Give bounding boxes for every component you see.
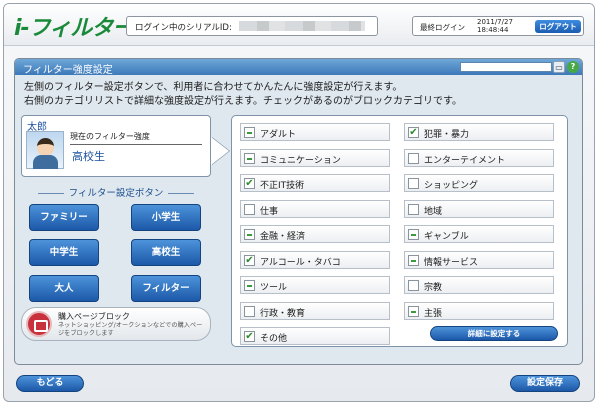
- category-label: 宗教: [424, 283, 443, 293]
- category-checkbox[interactable]: [244, 152, 255, 164]
- category-label: エンターテイメント: [424, 155, 506, 166]
- preset-column: 太郎 現在のフィルター強度 高校生 フィルター設定ボタン ファミリー 小学生 中…: [21, 115, 229, 347]
- category-checkbox[interactable]: [244, 305, 255, 317]
- preset-junior-high-button[interactable]: 中学生: [29, 239, 99, 266]
- serial-id-masked-value: [239, 21, 365, 31]
- app-window: i-フィルター ログイン中のシリアルID: 最終ログイン 2011/7/27 1…: [3, 3, 595, 402]
- category-item[interactable]: ✔ 犯罪・暴力: [404, 123, 554, 141]
- category-label: 犯罪・暴力: [424, 130, 470, 140]
- avatar-body: [33, 155, 58, 169]
- avatar-head: [37, 138, 54, 156]
- category-label: ショッピング: [424, 181, 479, 191]
- category-item[interactable]: 宗教: [404, 276, 554, 294]
- header-bar: i-フィルター ログイン中のシリアルID: 最終ログイン 2011/7/27 1…: [4, 4, 594, 46]
- title-bar-field: [460, 62, 552, 72]
- help-icon[interactable]: ?: [567, 61, 579, 73]
- category-checkbox[interactable]: [408, 203, 419, 215]
- last-login-label: 最終ログイン: [420, 23, 465, 32]
- preset-elementary-button[interactable]: 小学生: [131, 204, 201, 231]
- category-item[interactable]: ギャンブル: [404, 225, 554, 243]
- category-label: ツール: [260, 283, 288, 293]
- category-checkbox[interactable]: ✔: [408, 127, 419, 138]
- category-checkbox[interactable]: [244, 127, 255, 138]
- profile-pointer-arrow: [211, 137, 229, 165]
- category-checkbox[interactable]: [244, 280, 255, 291]
- filter-strength-panel: フィルター強度設定 ▭ ? 左側のフィルター設定ボタンで、利用者に合わせてかんた…: [14, 58, 583, 365]
- save-settings-button[interactable]: 設定保存: [510, 375, 580, 392]
- user-avatar: [26, 131, 64, 169]
- category-label: その他: [260, 334, 288, 344]
- category-label: 金融・経済: [260, 232, 306, 242]
- current-level-label: 現在のフィルター強度: [70, 131, 202, 145]
- category-label: 不正IT技術: [260, 181, 305, 191]
- category-checkbox[interactable]: [244, 229, 255, 240]
- panel-description: 左側のフィルター設定ボタンで、利用者に合わせてかんたんに強度設定が行えます。 右…: [24, 81, 462, 109]
- description-line-2: 右側のカテゴリリストで詳細な強度設定が行えます。チェックがあるのがブロックカテゴ…: [24, 96, 462, 107]
- category-item[interactable]: 主張: [404, 301, 554, 320]
- category-item[interactable]: ✔ その他: [240, 327, 390, 345]
- category-label: 仕事: [260, 206, 279, 217]
- category-item[interactable]: コミュニケーション: [240, 148, 390, 167]
- detail-settings-button[interactable]: 詳細に設定する: [430, 326, 558, 341]
- category-label: 主張: [424, 308, 443, 319]
- category-checkbox[interactable]: [408, 280, 419, 291]
- category-item[interactable]: 行政・教育: [240, 301, 390, 320]
- category-item[interactable]: アダルト: [240, 123, 390, 141]
- minimize-icon[interactable]: ▭: [553, 61, 565, 73]
- purchase-block-toggle[interactable]: 購入ページブロック ネットショッピング/オークションなどでの購入ページをブロック…: [21, 307, 211, 341]
- preset-high-school-button[interactable]: 高校生: [131, 239, 201, 266]
- category-item[interactable]: ✔ 不正IT技術: [240, 174, 390, 192]
- category-checkbox[interactable]: ✔: [244, 331, 255, 342]
- category-checkbox[interactable]: ✔: [244, 254, 255, 266]
- category-item[interactable]: 金融・経済: [240, 225, 390, 243]
- purchase-block-icon: [26, 311, 52, 337]
- current-level-value: 高校生: [72, 150, 105, 163]
- last-login-time: 18:48:44: [477, 26, 509, 34]
- category-label: ギャンブル: [424, 232, 469, 242]
- category-item[interactable]: エンターテイメント: [404, 148, 554, 167]
- category-item[interactable]: ショッピング: [404, 174, 554, 192]
- category-checkbox[interactable]: ✔: [244, 178, 255, 189]
- category-label: コミュニケーション: [260, 155, 341, 166]
- last-login-timestamp: 2011/7/27 18:48:44: [477, 18, 513, 34]
- category-item[interactable]: ✔ アルコール・タバコ: [240, 250, 390, 269]
- preset-filter-off-button[interactable]: フィルターOFF: [131, 275, 201, 319]
- user-profile-card: 太郎 現在のフィルター強度 高校生: [21, 115, 211, 177]
- category-checkbox[interactable]: [244, 203, 255, 215]
- preset-family-button[interactable]: ファミリー: [29, 204, 99, 231]
- description-line-1: 左側のフィルター設定ボタンで、利用者に合わせてかんたんに強度設定が行えます。: [24, 82, 403, 93]
- category-checkbox[interactable]: [408, 229, 419, 240]
- serial-id-label: ログイン中のシリアルID:: [135, 23, 232, 33]
- category-item[interactable]: 仕事: [240, 199, 390, 218]
- category-checkbox[interactable]: [408, 152, 419, 164]
- category-checkbox[interactable]: [408, 254, 419, 266]
- last-login-box: 最終ログイン 2011/7/27 18:48:44 ログアウト: [412, 16, 584, 36]
- panel-title-bar: フィルター強度設定 ▭ ?: [15, 59, 582, 76]
- category-label: 地域: [424, 206, 443, 217]
- category-list: 詳細に設定する アダルト ✔ 犯罪・暴力コミュニケーション エンターテイメント ✔ 不正I…: [231, 115, 568, 347]
- category-label: 行政・教育: [260, 308, 306, 319]
- purchase-block-title: 購入ページブロック: [58, 312, 130, 321]
- app-logo: i-フィルター: [14, 16, 134, 41]
- serial-id-field: ログイン中のシリアルID:: [126, 16, 378, 36]
- category-label: アルコール・タバコ: [260, 257, 341, 268]
- preset-buttons-heading: フィルター設定ボタン: [21, 185, 211, 199]
- category-item[interactable]: 情報サービス: [404, 250, 554, 269]
- preset-adult-button[interactable]: 大人: [29, 275, 99, 302]
- last-login-date: 2011/7/27: [477, 18, 513, 26]
- category-checkbox[interactable]: [408, 178, 419, 189]
- back-button[interactable]: もどる: [16, 375, 84, 392]
- logout-button[interactable]: ログアウト: [535, 20, 581, 33]
- category-checkbox[interactable]: [408, 305, 419, 317]
- category-item[interactable]: 地域: [404, 199, 554, 218]
- category-label: 情報サービス: [424, 257, 479, 268]
- category-label: アダルト: [260, 130, 297, 140]
- panel-title: フィルター強度設定: [23, 65, 113, 76]
- purchase-block-description: ネットショッピング/オークションなどでの購入ページをブロックします: [58, 322, 203, 337]
- category-item[interactable]: ツール: [240, 276, 390, 294]
